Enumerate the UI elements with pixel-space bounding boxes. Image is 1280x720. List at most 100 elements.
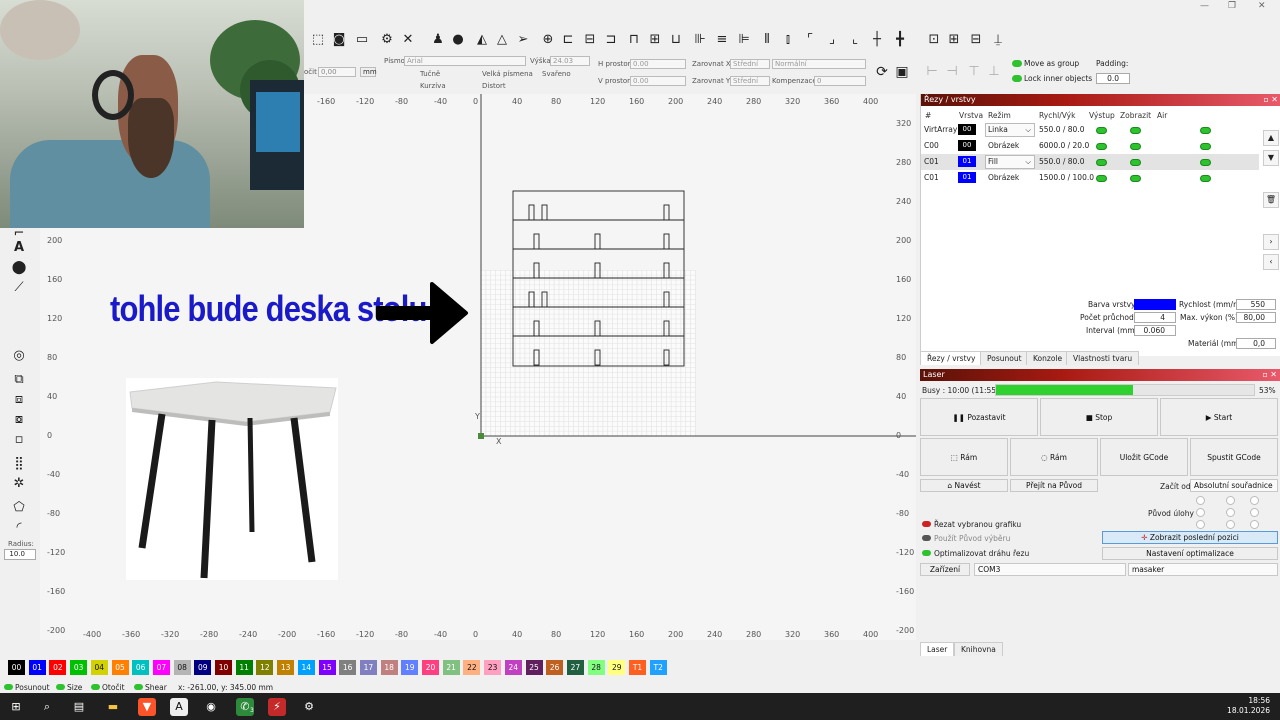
palette-color-02[interactable]: 02: [49, 660, 67, 675]
grid-array-icon[interactable]: ⣿: [10, 456, 28, 472]
stack-icon[interactable]: ⊟: [968, 32, 984, 48]
layer-swatch[interactable]: 01: [958, 172, 976, 183]
radius-field[interactable]: 10.0: [4, 549, 36, 560]
corner-radius-icon[interactable]: ◜: [10, 520, 28, 536]
circular-array-icon[interactable]: ✲: [10, 476, 28, 492]
settings-icon[interactable]: ⚙: [379, 32, 395, 48]
save-gcode-button[interactable]: Uložit GCode: [1100, 438, 1188, 476]
palette-color-06[interactable]: 06: [132, 660, 150, 675]
optimize-toggle[interactable]: [922, 550, 931, 556]
edit-nodes-icon[interactable]: ⬠: [10, 500, 28, 516]
align-middle-icon[interactable]: ⊥: [986, 64, 1002, 80]
distort-toggle[interactable]: Distort: [482, 82, 506, 90]
tab-library[interactable]: Knihovna: [954, 642, 1003, 656]
align-left-icon[interactable]: ⊢: [924, 64, 940, 80]
space-v-icon[interactable]: ⫴: [759, 32, 775, 48]
size-toggle[interactable]: [56, 684, 65, 690]
palette-color-17[interactable]: 17: [359, 660, 377, 675]
distribute-h-icon[interactable]: ⊪: [692, 32, 708, 48]
maximize-button[interactable]: ❐: [1228, 1, 1236, 11]
space-h-icon[interactable]: ⊫: [736, 32, 752, 48]
layer-color-swatch[interactable]: [1134, 299, 1176, 310]
cut-row[interactable]: C01 01 Obrázek 1500.0 / 100.0: [921, 170, 1259, 186]
palette-color-12[interactable]: 12: [256, 660, 274, 675]
welded-toggle[interactable]: Svařeno: [542, 70, 571, 78]
go-origin-button[interactable]: Přejít na Původ: [1010, 479, 1098, 492]
grid-arrange-icon[interactable]: ⊡: [926, 32, 942, 48]
show-toggle[interactable]: [1130, 143, 1141, 150]
tab-move[interactable]: Posunout: [980, 351, 1029, 365]
palette-color-08[interactable]: 08: [173, 660, 191, 675]
target-icon[interactable]: ⊕: [540, 32, 556, 48]
move-group-toggle[interactable]: [1012, 60, 1022, 67]
user-icon[interactable]: ●: [450, 32, 466, 48]
align-top-icon[interactable]: ⊤: [966, 64, 982, 80]
rotation-field[interactable]: 0,00: [318, 67, 356, 77]
palette-color-16[interactable]: 16: [339, 660, 357, 675]
palette-color-19[interactable]: 19: [401, 660, 419, 675]
boolean-union-icon[interactable]: ⧉: [10, 372, 28, 388]
align-y-select[interactable]: Střední: [730, 76, 770, 86]
start-button[interactable]: ▶ Start: [1160, 398, 1278, 436]
cut-row[interactable]: C00 00 Obrázek 6000.0 / 20.0: [921, 138, 1259, 154]
optimization-settings-button[interactable]: Nastavení optimalizace: [1102, 547, 1278, 560]
palette-color-25[interactable]: 25: [525, 660, 543, 675]
origin-radio-tc[interactable]: [1226, 496, 1235, 505]
palette-color-20[interactable]: 20: [422, 660, 439, 675]
align-middle-icon[interactable]: ⊞: [647, 32, 663, 48]
corner-bl-icon[interactable]: ⌞: [847, 32, 863, 48]
palette-color-00[interactable]: 00: [8, 660, 25, 675]
origin-radio-br[interactable]: [1250, 520, 1259, 529]
palette-color-27[interactable]: 27: [566, 660, 584, 675]
panel-close-icon[interactable]: ▫ ✕: [1262, 369, 1277, 381]
brave-browser-icon[interactable]: ▼: [138, 698, 156, 716]
align-right-icon[interactable]: ⊐: [603, 32, 619, 48]
output-toggle[interactable]: [1096, 159, 1107, 166]
palette-color-01[interactable]: 01: [28, 660, 46, 675]
palette-color-T2[interactable]: T2: [649, 660, 667, 675]
panel-close-icon[interactable]: ▫ ✕: [1263, 94, 1278, 106]
camera-icon[interactable]: ◙: [331, 32, 347, 48]
palette-color-05[interactable]: 05: [111, 660, 129, 675]
minimize-button[interactable]: —: [1200, 1, 1209, 11]
collapse-button[interactable]: ‹: [1263, 254, 1279, 270]
palette-color-15[interactable]: 15: [318, 660, 336, 675]
align-center-icon[interactable]: ⊟: [582, 32, 598, 48]
align-x-select[interactable]: Střední: [730, 59, 770, 69]
palette-color-29[interactable]: 29: [608, 660, 626, 675]
palette-color-07[interactable]: 07: [152, 660, 170, 675]
output-toggle[interactable]: [1096, 127, 1107, 134]
circle-frame-button[interactable]: ◌ Rám: [1010, 438, 1098, 476]
origin-radio-ml[interactable]: [1196, 508, 1205, 517]
resize-icon[interactable]: ⫾: [780, 32, 796, 48]
text-tool-icon[interactable]: A: [10, 240, 28, 256]
device-select[interactable]: masaker: [1128, 563, 1278, 576]
align-bottom-icon[interactable]: ⊔: [668, 32, 684, 48]
crosshair-end-icon[interactable]: ┼: [869, 32, 885, 48]
tab-laser[interactable]: Laser: [920, 642, 955, 656]
boolean-subtract-icon[interactable]: ⧈: [10, 392, 28, 408]
h-space-field[interactable]: 0.00: [630, 59, 686, 69]
flip-icon[interactable]: △: [494, 32, 510, 48]
app-a-icon[interactable]: A: [170, 698, 188, 716]
corner-br-icon[interactable]: ⌟: [824, 32, 840, 48]
output-toggle[interactable]: [1096, 175, 1107, 182]
boolean-intersect-icon[interactable]: ⧇: [10, 412, 28, 428]
devices-button[interactable]: Zařízení: [920, 563, 970, 576]
palette-color-21[interactable]: 21: [442, 660, 460, 675]
move-down-button[interactable]: ▼: [1263, 150, 1279, 166]
mirror-icon[interactable]: ◭: [474, 32, 490, 48]
passes-field[interactable]: 4: [1134, 312, 1176, 323]
file-explorer-icon[interactable]: ▬: [104, 698, 122, 716]
frame-button[interactable]: ⬚ Rám: [920, 438, 1008, 476]
palette-color-09[interactable]: 09: [194, 660, 212, 675]
move-up-button[interactable]: ▲: [1263, 130, 1279, 146]
layer-swatch[interactable]: 01: [958, 156, 976, 167]
font-select[interactable]: Arial: [404, 56, 526, 66]
palette-color-03[interactable]: 03: [70, 660, 88, 675]
close-window-button[interactable]: ✕: [1258, 1, 1266, 11]
users-icon[interactable]: ♟: [430, 32, 446, 48]
move-toggle[interactable]: [4, 684, 13, 690]
show-toggle[interactable]: [1130, 159, 1141, 166]
corner-tl-icon[interactable]: ⌜: [802, 32, 818, 48]
